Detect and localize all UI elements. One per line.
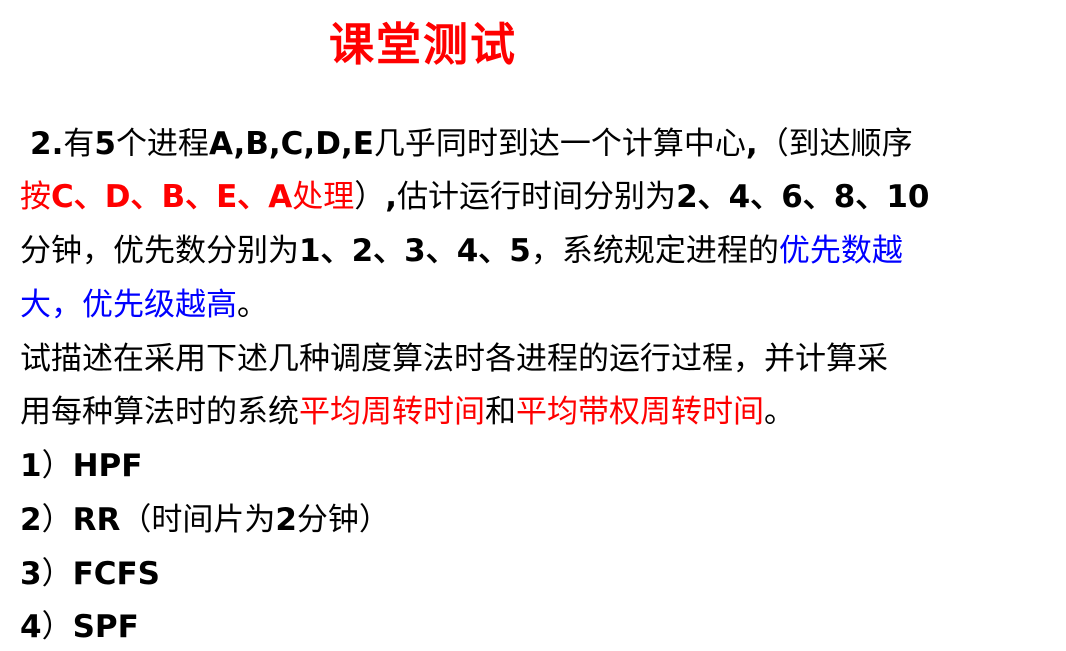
problem-line-6: 用每种算法时的系统平均周转时间和平均带权周转时间。 (20, 394, 795, 430)
arrival-order: C、D、B、E、A (51, 179, 293, 215)
avg-turnaround-time: 平均周转时间 (299, 394, 485, 430)
avg-weighted-turnaround-time: 平均带权周转时间 (516, 394, 764, 430)
list-item-hpf: 1）HPF (20, 448, 143, 484)
process-names: A,B,C,D,E (208, 126, 374, 162)
slide: 课堂测试 2.有5个进程A,B,C,D,E几乎同时到达一个计算中心,（到达顺序 … (0, 0, 1066, 651)
problem-line-4: 大，优先级越高。 (20, 287, 268, 323)
slide-title: 课堂测试 (328, 18, 517, 71)
problem-line-2: 按C、D、B、E、A处理）,估计运行时间分别为2、4、6、8、10 (20, 179, 930, 215)
list-item-spf: 4）SPF (20, 609, 139, 645)
list-item-rr: 2）RR（时间片为2分钟） (20, 502, 390, 538)
run-times: 2、4、6、8、10 (676, 179, 930, 215)
priority-rule: 大，优先级越高 (20, 287, 237, 323)
priority-numbers: 1、2、3、4、5 (299, 233, 531, 269)
problem-line-3: 分钟，优先数分别为1、2、3、4、5，系统规定进程的优先数越 (20, 233, 903, 269)
problem-line-1: 2.有5个进程A,B,C,D,E几乎同时到达一个计算中心,（到达顺序 (30, 126, 913, 162)
problem-number: 2. (30, 126, 64, 162)
list-item-fcfs: 3）FCFS (20, 556, 161, 592)
problem-line-5: 试描述在采用下述几种调度算法时各进程的运行过程，并计算采 (20, 341, 888, 377)
